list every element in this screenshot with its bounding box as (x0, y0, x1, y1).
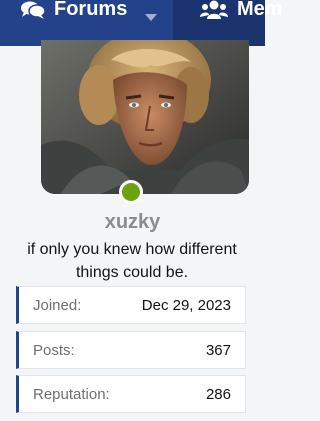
users-icon (199, 0, 229, 26)
stat-label: Joined: (33, 296, 82, 314)
stat-value[interactable]: 286 (206, 386, 231, 403)
online-status-indicator (119, 180, 143, 204)
user-tagline: if only you knew how different things co… (27, 241, 237, 281)
stat-value: Dec 29, 2023 (141, 296, 231, 314)
comments-icon (20, 0, 46, 26)
stat-row-reputation[interactable]: Reputation: 286 (16, 375, 246, 413)
stat-value[interactable]: 367 (206, 342, 231, 359)
tab-forums-label: Forums (54, 0, 128, 20)
tab-members-label: Mem (237, 0, 283, 20)
stat-label: Posts: (33, 341, 75, 359)
avatar[interactable] (41, 40, 249, 194)
chevron-down-icon[interactable] (144, 6, 158, 29)
stat-row-joined: Joined: Dec 29, 2023 (16, 286, 246, 324)
stat-row-posts[interactable]: Posts: 367 (16, 331, 246, 369)
stat-label: Reputation: (33, 385, 110, 403)
username[interactable]: xuzky (0, 211, 265, 234)
